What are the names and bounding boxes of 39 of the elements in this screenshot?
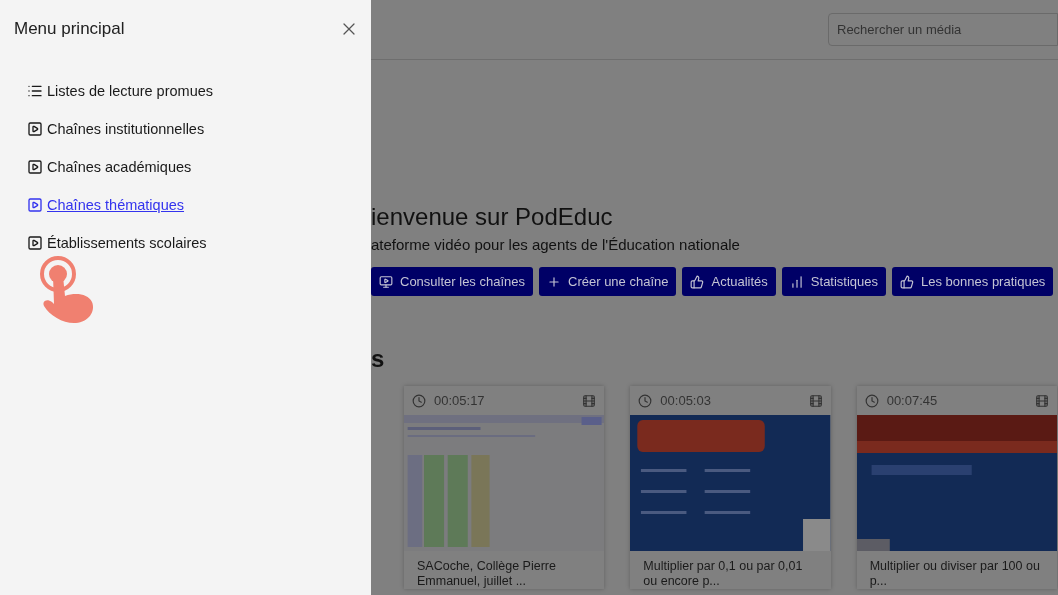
film-icon	[808, 393, 823, 408]
thumbs-up-icon	[900, 274, 915, 289]
plus-icon	[547, 274, 561, 289]
screen-play-icon	[379, 274, 393, 289]
film-icon	[582, 393, 597, 408]
video-duration: 00:05:03	[660, 391, 712, 410]
play-icon	[27, 158, 43, 175]
nav-button[interactable]: Actualités	[682, 267, 776, 296]
nav-button[interactable]: Consulter les chaînes	[371, 267, 533, 296]
menu-link[interactable]: Listes de lecture promues	[27, 80, 214, 101]
video-card[interactable]: 00:07:45 Multiplier ou diviser par 100 ou p...	[856, 386, 1057, 589]
menu-link[interactable]: Chaînes académiques	[27, 156, 192, 177]
page-subtitle: ateforme vidéo pour les agents de l'Éducation nationale	[371, 235, 741, 255]
section-title: s	[371, 344, 386, 374]
search-field[interactable]: Rechercher un média	[828, 13, 1058, 46]
video-duration: 00:05:17	[434, 391, 486, 410]
video-duration: 00:07:45	[886, 391, 939, 410]
video-card[interactable]: 00:05:03 Multiplier par 0,1 ou par 0,01 ou encore p...	[630, 386, 831, 589]
page-title: ienvenue sur PodEduc	[371, 202, 614, 232]
video-card[interactable]: 00:05:17 SACoche, Collège Pierre Emmanuel, juillet ...	[404, 386, 605, 589]
play-icon	[27, 234, 43, 251]
video-title[interactable]: Multiplier ou diviser par 100 ou p...	[856, 551, 1057, 589]
play-icon	[27, 196, 43, 213]
clock-icon	[412, 393, 426, 408]
thumbs-up-icon	[690, 274, 705, 289]
nav-button[interactable]: Statistiques	[781, 267, 887, 296]
clock-icon	[864, 393, 879, 408]
nav-button[interactable]: Créer une chaîne	[539, 267, 677, 296]
film-icon	[1035, 393, 1049, 408]
video-title[interactable]: Multiplier par 0,1 ou par 0,01 ou encore p...	[630, 551, 831, 589]
menu-title: Menu principal	[14, 18, 125, 40]
menu-link[interactable]: Chaînes thématiques	[27, 194, 185, 215]
menu-link[interactable]: Chaînes institutionnelles	[27, 118, 205, 139]
play-icon	[27, 120, 43, 137]
clock-icon	[638, 393, 653, 408]
bar-chart-icon	[789, 274, 804, 289]
nav-button[interactable]: Les bonnes pratiques	[892, 267, 1054, 296]
menu-link[interactable]: Établissements scolaires	[27, 232, 207, 253]
video-title[interactable]: SACoche, Collège Pierre Emmanuel, juillet ...	[404, 551, 605, 589]
